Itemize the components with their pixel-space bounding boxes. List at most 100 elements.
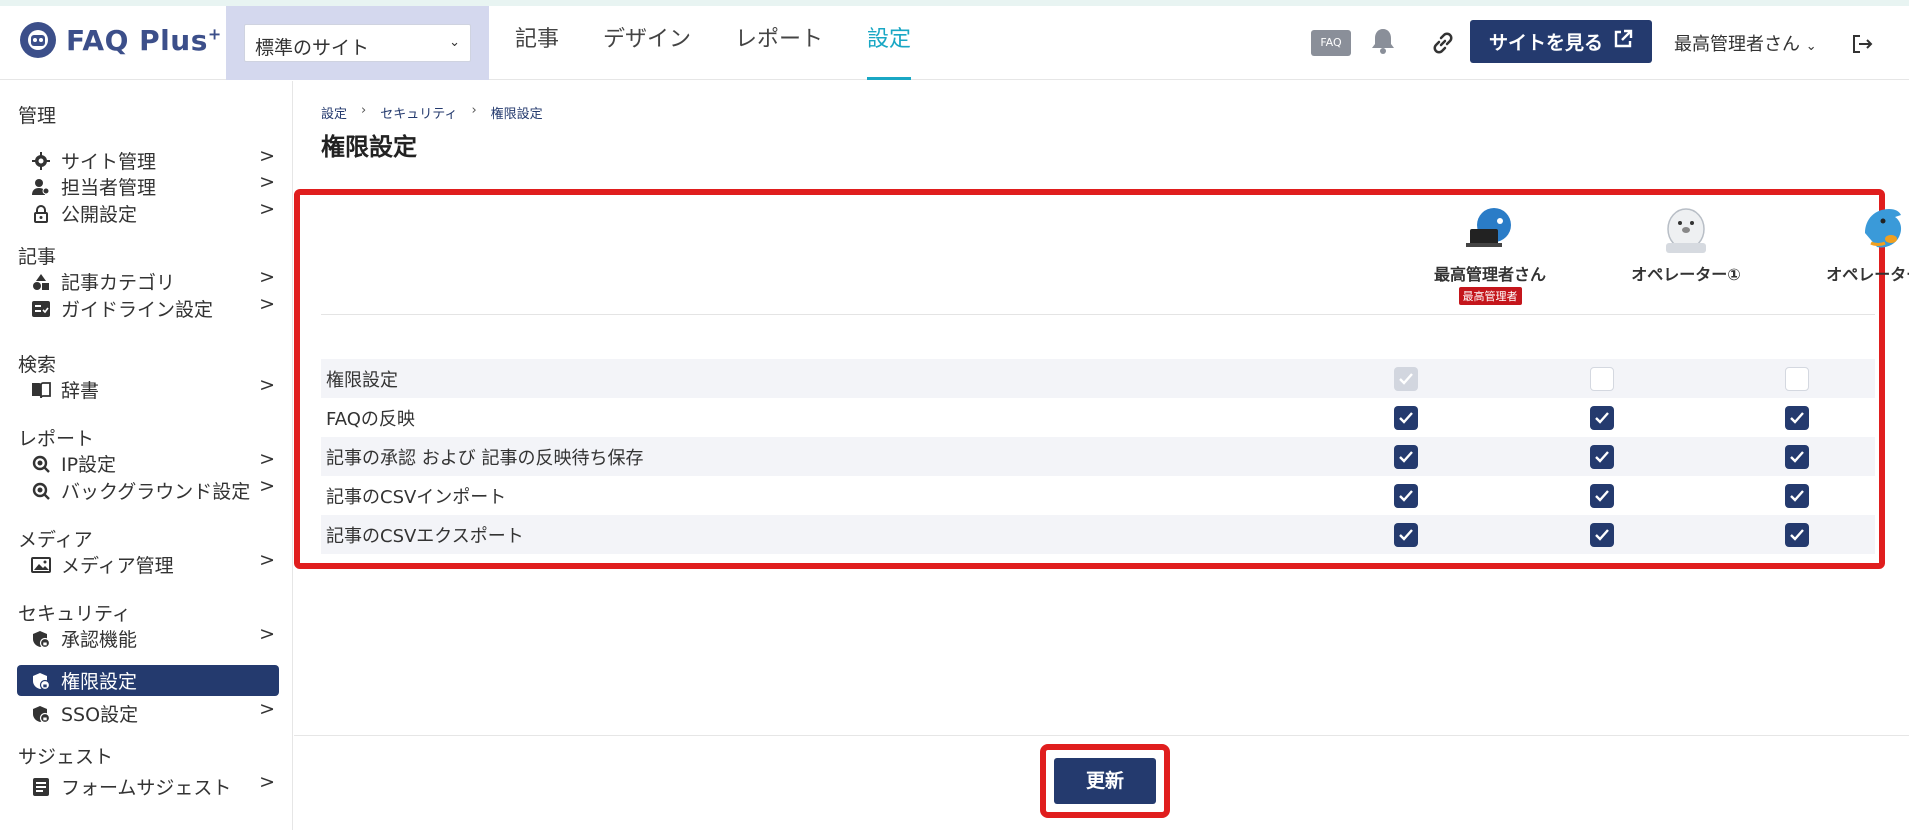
- sidebar-item-media-management[interactable]: メディア管理 >: [17, 549, 279, 580]
- checkbox-checked[interactable]: [1785, 484, 1809, 508]
- breadcrumb-separator: ›: [361, 103, 367, 118]
- sidebar-item-label: フォームサジェスト: [61, 777, 232, 799]
- update-highlight-box: 更新: [1040, 744, 1170, 818]
- footer-action-bar: 更新: [294, 735, 1909, 830]
- site-select-value: 標準のサイト: [255, 37, 370, 59]
- checkbox-checked[interactable]: [1394, 406, 1418, 430]
- permission-row: 記事のCSVエクスポート: [321, 515, 1875, 554]
- chevron-right-icon: >: [259, 293, 275, 315]
- checkbox[interactable]: [1785, 367, 1809, 391]
- sidebar-item-label: 権限設定: [61, 671, 138, 693]
- permission-row: 記事の承認 および 記事の反映待ち保存: [321, 437, 1875, 476]
- checkbox-checked[interactable]: [1785, 523, 1809, 547]
- view-site-label: サイトを見る: [1488, 32, 1603, 54]
- gear-icon: [31, 151, 51, 171]
- checkbox-checked[interactable]: [1590, 523, 1614, 547]
- shield-lock-icon: [31, 704, 51, 724]
- permission-row: FAQの反映: [321, 398, 1875, 437]
- faq-plus-logo[interactable]: FAQ Plus+: [18, 20, 222, 60]
- sidebar-item-label: 記事カテゴリ: [61, 272, 176, 294]
- bell-icon[interactable]: [1370, 26, 1396, 56]
- nav-settings[interactable]: 設定: [867, 6, 912, 80]
- site-select-area: 標準のサイト ⌄: [226, 6, 489, 80]
- sidebar-item-label: ガイドライン設定: [61, 299, 214, 321]
- permission-label: FAQの反映: [326, 408, 415, 430]
- breadcrumb: 設定 › セキュリティ › 権限設定: [321, 103, 543, 122]
- nav-report[interactable]: レポート: [735, 6, 823, 80]
- checkbox-checked[interactable]: [1394, 484, 1418, 508]
- chevron-down-icon: ⌄: [449, 35, 460, 50]
- nav-design[interactable]: デザイン: [603, 6, 691, 80]
- nav-articles[interactable]: 記事: [515, 6, 559, 80]
- shield-lock-icon: [31, 671, 51, 691]
- checkbox-checked[interactable]: [1785, 406, 1809, 430]
- sidebar-item-approval[interactable]: 承認機能 >: [17, 623, 279, 654]
- permission-label: 記事のCSVエクスポート: [326, 525, 524, 547]
- sidebar-item-label: 担当者管理: [61, 177, 157, 199]
- checkbox-checked[interactable]: [1590, 445, 1614, 469]
- chevron-right-icon: >: [259, 448, 275, 470]
- app-header: FAQ Plus+ 標準のサイト ⌄ 記事 デザイン レポート 設定 FAQ サ…: [0, 6, 1909, 80]
- chevron-right-icon: >: [259, 266, 275, 288]
- role-badge: 最高管理者: [1458, 287, 1522, 305]
- sidebar-item-form-suggest[interactable]: フォームサジェスト >: [17, 771, 279, 802]
- role-name: オペレーター②: [1826, 265, 1909, 284]
- checkbox-checked[interactable]: [1785, 445, 1809, 469]
- checkbox-checked[interactable]: [1394, 523, 1418, 547]
- sidebar-item-label: 辞書: [61, 380, 100, 402]
- chevron-right-icon: >: [259, 374, 275, 396]
- sidebar-section-title: レポート: [18, 428, 95, 450]
- sidebar-item-background-settings[interactable]: バックグラウンド設定 >: [17, 475, 279, 506]
- update-button[interactable]: 更新: [1054, 758, 1156, 804]
- chevron-right-icon: >: [259, 171, 275, 193]
- breadcrumb-item[interactable]: セキュリティ: [380, 103, 457, 122]
- chevron-right-icon: >: [259, 145, 275, 167]
- breadcrumb-item[interactable]: 設定: [321, 103, 347, 122]
- avatar: [1656, 203, 1716, 259]
- sidebar-section-title: 検索: [18, 354, 57, 376]
- user-name: 最高管理者さん: [1674, 34, 1800, 55]
- avatar: [1851, 203, 1909, 259]
- shapes-icon: [31, 272, 51, 292]
- external-link-icon: [1613, 29, 1633, 54]
- sidebar-item-permission-settings[interactable]: 権限設定: [17, 665, 279, 696]
- search-gear-icon: [31, 454, 51, 474]
- sidebar-item-publish-settings[interactable]: 公開設定 >: [17, 198, 279, 229]
- logo-text: FAQ Plus+: [66, 23, 222, 57]
- table-divider: [321, 314, 1875, 315]
- sidebar-item-label: 承認機能: [61, 629, 138, 651]
- logout-icon[interactable]: [1850, 32, 1874, 56]
- shield-lock-icon: [31, 629, 51, 649]
- chevron-right-icon: >: [259, 549, 275, 571]
- permission-row: 権限設定: [321, 359, 1875, 398]
- sidebar-section-title: メディア: [18, 529, 93, 551]
- role-column-header: オペレーター①: [1591, 203, 1781, 285]
- sidebar-item-label: IP設定: [61, 454, 117, 476]
- sidebar-section-title: セキュリティ: [18, 603, 131, 625]
- faq-bubble-icon[interactable]: FAQ: [1311, 30, 1351, 56]
- checkbox-checked[interactable]: [1394, 445, 1418, 469]
- sidebar-item-dictionary[interactable]: 辞書 >: [17, 374, 279, 405]
- view-site-button[interactable]: サイトを見る: [1470, 20, 1652, 63]
- image-icon: [31, 555, 51, 575]
- main-nav: 記事 デザイン レポート 設定: [515, 6, 955, 80]
- chevron-right-icon: >: [259, 698, 275, 720]
- checkbox-checked[interactable]: [1590, 406, 1614, 430]
- checkbox-disabled-checked: [1394, 367, 1418, 391]
- role-name: オペレーター①: [1631, 265, 1741, 284]
- sidebar: 管理 サイト管理 > 担当者管理 > 公開設定 > 記事 記事カテゴリ > ガイ…: [0, 81, 293, 830]
- avatar: [1460, 203, 1520, 259]
- search-gear-icon: [31, 481, 51, 501]
- link-icon[interactable]: [1430, 30, 1456, 56]
- lock-icon: [31, 204, 51, 224]
- checkbox[interactable]: [1590, 367, 1614, 391]
- sidebar-item-sso-settings[interactable]: SSO設定 >: [17, 698, 279, 729]
- user-menu[interactable]: 最高管理者さん ⌄: [1674, 30, 1817, 56]
- checklist-icon: [31, 299, 51, 319]
- sidebar-section-title: 記事: [18, 246, 57, 268]
- sidebar-item-label: SSO設定: [61, 704, 139, 726]
- role-name: 最高管理者さん: [1433, 265, 1546, 284]
- sidebar-item-guideline-settings[interactable]: ガイドライン設定 >: [17, 293, 279, 324]
- site-select[interactable]: 標準のサイト ⌄: [244, 24, 471, 62]
- checkbox-checked[interactable]: [1590, 484, 1614, 508]
